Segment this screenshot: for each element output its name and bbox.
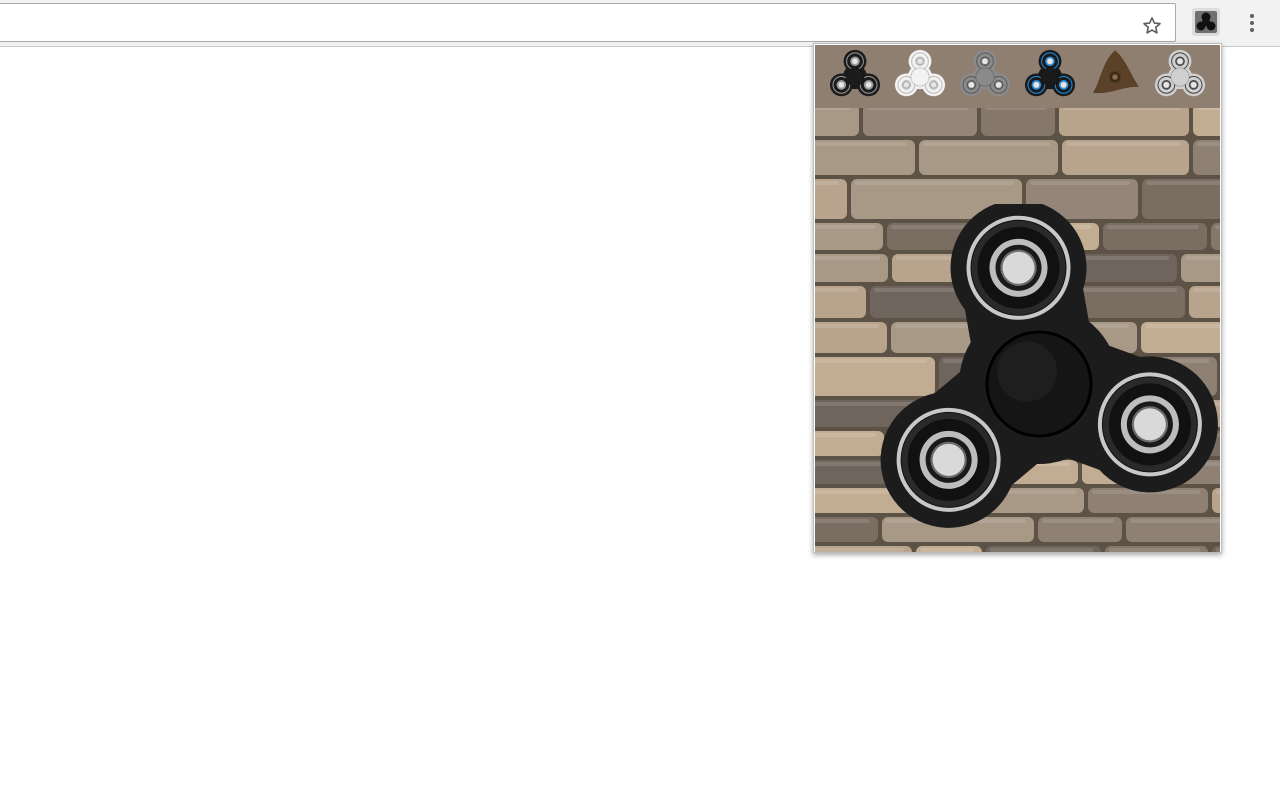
wall-stone-highlight: [815, 288, 858, 292]
bronze-spinner-icon[interactable]: [1085, 47, 1145, 107]
silver-spinner-icon[interactable]: [1150, 47, 1210, 107]
wall-stone-highlight: [1197, 142, 1220, 146]
black-spinner-icon[interactable]: [825, 47, 885, 107]
wall-stone-highlight: [1066, 142, 1181, 146]
wall-stone-highlight: [815, 142, 907, 146]
vertical-dots-menu-icon[interactable]: [1240, 10, 1264, 36]
spinner-picker: [815, 45, 1220, 108]
wall-stone-highlight: [855, 181, 1014, 185]
wall-stone-highlight: [923, 142, 1050, 146]
white-spinner-icon[interactable]: [890, 47, 950, 107]
address-bar[interactable]: [0, 3, 1176, 42]
wall-stone-highlight: [1063, 108, 1181, 110]
wall-stone: [863, 108, 977, 136]
browser-toolbar: [0, 0, 1280, 47]
wall-stone-highlight: [1030, 181, 1130, 185]
spinner-stage: [815, 108, 1220, 552]
wall-stone-highlight: [867, 108, 969, 110]
fidget-spinner[interactable]: [859, 204, 1219, 552]
address-input[interactable]: [9, 12, 1113, 36]
wall-stone: [815, 108, 859, 136]
wall-stone: [981, 108, 1055, 136]
wall-stone-highlight: [1146, 181, 1220, 185]
wall-stone-highlight: [815, 108, 851, 110]
gray-spinner-icon[interactable]: [955, 47, 1015, 107]
wall-stone: [1059, 108, 1189, 136]
star-outline-icon[interactable]: [1141, 15, 1163, 37]
extension-popup: [813, 43, 1222, 553]
wall-stone: [1193, 108, 1220, 136]
fidget-spinner-extension-icon[interactable]: [1192, 8, 1220, 36]
wall-stone-highlight: [815, 181, 839, 185]
wall-stone-highlight: [985, 108, 1047, 110]
blue-spinner-icon[interactable]: [1020, 47, 1080, 107]
wall-stone-highlight: [1197, 108, 1220, 110]
